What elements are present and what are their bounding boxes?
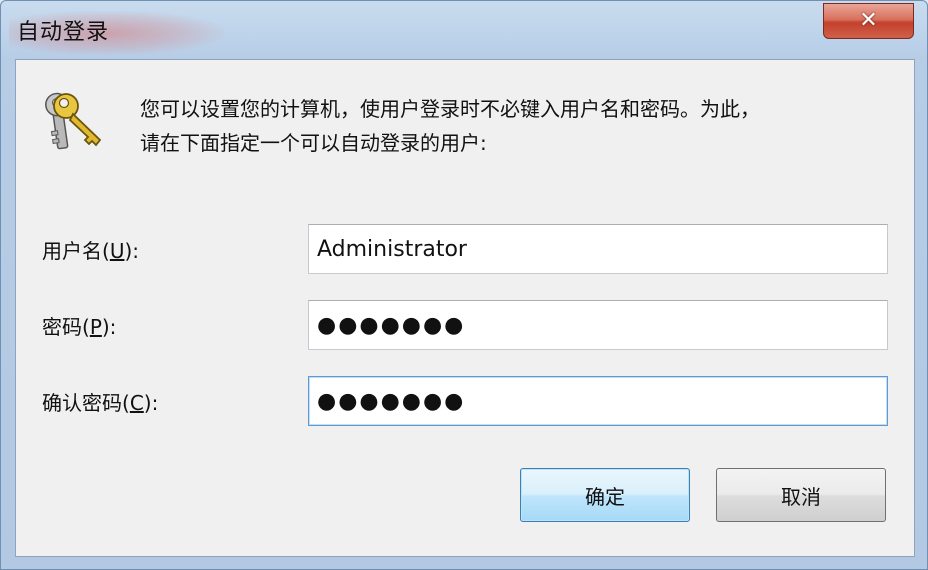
confirm-password-label: 确认密码(C): [42, 391, 159, 415]
description-line-1: 您可以设置您的计算机，使用户登录时不必键入用户名和密码。为此， [140, 97, 760, 121]
description-line-2: 请在下面指定一个可以自动登录的用户: [140, 131, 487, 155]
username-label: 用户名(U): [42, 239, 139, 263]
password-hotkey: P [89, 315, 102, 339]
close-button[interactable]: ✕ [823, 3, 914, 39]
dialog-body: 您可以设置您的计算机，使用户登录时不必键入用户名和密码。为此， 请在下面指定一个… [15, 59, 915, 557]
window-title: 自动登录 [17, 20, 110, 45]
cancel-button[interactable]: 取消 [716, 468, 886, 522]
confirm-password-input[interactable] [308, 376, 888, 426]
password-label: 密码(P): [42, 315, 117, 339]
description-text: 您可以设置您的计算机，使用户登录时不必键入用户名和密码。为此， 请在下面指定一个… [140, 92, 900, 160]
ok-button[interactable]: 确定 [520, 468, 690, 522]
password-input[interactable] [308, 300, 888, 350]
username-input[interactable] [308, 224, 888, 274]
keys-icon [45, 92, 102, 150]
confirm-password-hotkey: C [129, 391, 144, 415]
close-icon: ✕ [859, 8, 878, 33]
username-hotkey: U [109, 239, 125, 263]
title-bar[interactable]: 自动登录 ✕ [1, 1, 927, 59]
auto-logon-dialog: 自动登录 ✕ 您可以设置您的计算机，使用户登录时不必键入用户名和密码。为此， 请… [0, 0, 928, 570]
